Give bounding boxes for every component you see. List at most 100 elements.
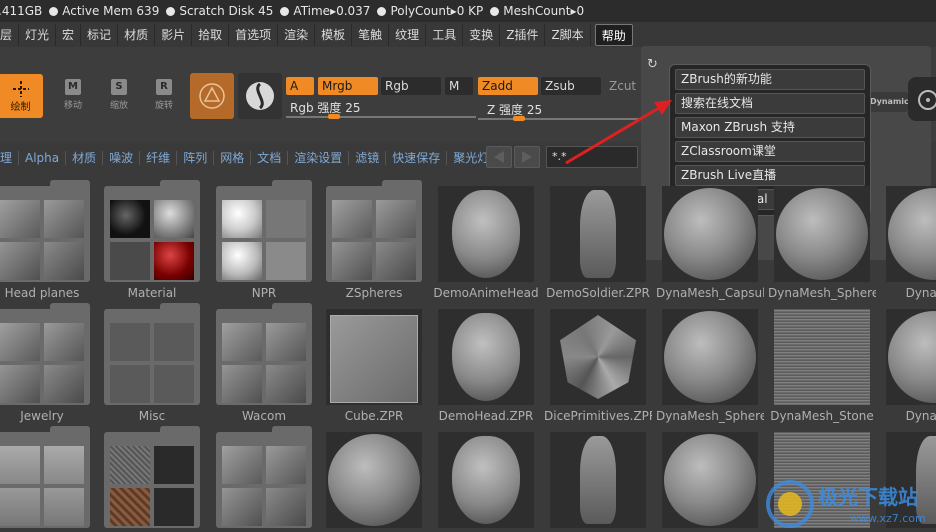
model-thumbnail[interactable] xyxy=(774,309,870,405)
model-thumbnail[interactable] xyxy=(774,186,870,282)
folder-thumbnail[interactable] xyxy=(0,426,90,528)
move-button[interactable]: M 移动 xyxy=(50,79,96,115)
help-menu-item[interactable]: ZBrush Live直播 xyxy=(675,165,865,186)
menu-item[interactable]: 灯光 xyxy=(19,23,57,46)
lightbox-tab[interactable]: 材质 xyxy=(66,151,104,165)
lightbox-tab[interactable]: 理 xyxy=(0,151,20,165)
lightbox-tab[interactable]: 滤镜 xyxy=(349,151,387,165)
model-thumbnail[interactable] xyxy=(438,186,534,282)
folder-preview-cell xyxy=(222,365,262,403)
menu-item[interactable]: 变换 xyxy=(463,23,501,46)
help-menu-item[interactable]: 搜索在线文档 xyxy=(675,93,865,114)
status-bar: .411GB Active Mem 639 Scratch Disk 45 ATime… xyxy=(0,0,936,22)
zcut-toggle[interactable]: Zcut xyxy=(605,77,641,95)
lightbox-tab[interactable]: 网格 xyxy=(214,151,252,165)
menu-item[interactable]: 渲染 xyxy=(278,23,316,46)
menu-bar: 层灯光宏标记 材质 影片 拾取 首选项 渲染 模板 笔触 纹理 工具 变换 Z插件 Z脚本 帮助 xyxy=(0,22,936,47)
status-item: .411GB xyxy=(0,4,42,18)
m-toggle[interactable]: M xyxy=(445,77,473,95)
model-thumbnail[interactable] xyxy=(326,309,422,405)
material-button[interactable] xyxy=(190,73,234,119)
model-thumbnail[interactable] xyxy=(326,432,422,528)
model-thumbnail[interactable] xyxy=(886,309,936,405)
folder-thumbnail[interactable] xyxy=(104,426,200,528)
lightbox-tab[interactable]: Alpha xyxy=(19,151,67,165)
lightbox-tab[interactable]: 渲染设置 xyxy=(288,151,350,165)
arrow-left-icon xyxy=(494,151,504,163)
menu-item[interactable]: Z脚本 xyxy=(545,23,591,46)
folder-thumbnail[interactable] xyxy=(216,426,312,528)
menu-item[interactable]: 纹理 xyxy=(389,23,427,46)
model-preview-icon xyxy=(888,311,936,403)
annotation-arrow xyxy=(565,100,672,165)
model-thumbnail[interactable] xyxy=(662,186,758,282)
menu-item[interactable]: 拾取 xyxy=(192,23,230,46)
folder-thumbnail[interactable] xyxy=(104,180,200,282)
model-thumbnail[interactable] xyxy=(550,186,646,282)
lightbox-tab[interactable]: 噪波 xyxy=(103,151,141,165)
refresh-icon[interactable]: ↻ xyxy=(647,57,658,72)
scale-button[interactable]: S 缩放 xyxy=(96,79,142,115)
menu-item[interactable]: 材质 xyxy=(118,23,156,46)
draw-button[interactable]: 绘制 xyxy=(0,74,43,118)
rgb-intensity-knob[interactable] xyxy=(327,114,340,119)
zsub-toggle[interactable]: Zsub xyxy=(541,77,601,95)
next-arrow-button[interactable] xyxy=(514,146,540,168)
mrgb-toggle[interactable]: Mrgb xyxy=(318,77,378,95)
folder-thumbnail[interactable] xyxy=(216,303,312,405)
lightbox-tab[interactable]: 纤维 xyxy=(140,151,178,165)
menu-item[interactable]: 影片 xyxy=(155,23,193,46)
folder-thumbnail[interactable] xyxy=(216,180,312,282)
menu-item[interactable]: 帮助 xyxy=(594,23,633,46)
radial-button[interactable] xyxy=(908,77,936,121)
model-thumbnail[interactable] xyxy=(550,309,646,405)
menu-item[interactable]: Z插件 xyxy=(500,23,546,46)
help-menu-item[interactable]: ZClassroom课堂 xyxy=(675,141,865,162)
lightbox-tab[interactable]: 快速保存 xyxy=(386,151,448,165)
folder-preview-cell xyxy=(110,365,150,403)
svg-text:极光下载站: 极光下载站 xyxy=(818,485,918,509)
folder-thumbnail[interactable] xyxy=(104,303,200,405)
rotate-button[interactable]: R 旋转 xyxy=(141,79,187,115)
dynamic-button[interactable]: Dynamic xyxy=(870,92,909,112)
model-thumbnail[interactable] xyxy=(550,432,646,528)
menu-item[interactable]: 笔触 xyxy=(352,23,390,46)
model-preview-icon xyxy=(888,188,936,280)
model-thumbnail[interactable] xyxy=(886,186,936,282)
help-menu-item[interactable]: Maxon ZBrush 支持 xyxy=(675,117,865,138)
folder-preview-cell xyxy=(222,242,262,280)
lightbox-tab[interactable]: 文档 xyxy=(251,151,289,165)
folder-thumbnail[interactable] xyxy=(326,180,422,282)
lightbox-tab[interactable]: 阵列 xyxy=(177,151,215,165)
status-text: .411GB xyxy=(0,4,43,18)
menu-item[interactable]: 标记 xyxy=(81,23,119,46)
z-intensity-knob[interactable] xyxy=(512,116,525,121)
menu-item[interactable]: 宏 xyxy=(56,23,82,46)
folder-preview-cell xyxy=(110,488,150,526)
zadd-toggle[interactable]: Zadd xyxy=(478,77,538,95)
scale-icon: S xyxy=(111,79,127,95)
folder-preview-cell xyxy=(44,200,84,238)
sphere-swatch-icon xyxy=(246,82,274,110)
draw-label: 绘制 xyxy=(10,101,31,113)
folder-thumbnail[interactable] xyxy=(0,180,90,282)
menu-item[interactable]: 模板 xyxy=(315,23,353,46)
model-preview-icon xyxy=(560,315,636,399)
model-preview-icon xyxy=(580,190,616,278)
rgb-intensity-slider[interactable] xyxy=(286,116,476,118)
help-menu-item[interactable]: ZBrush的新功能 xyxy=(675,69,865,90)
thumbnail-label: DynaMesh_Sphere xyxy=(656,409,764,423)
model-thumbnail[interactable] xyxy=(662,309,758,405)
model-thumbnail[interactable] xyxy=(438,432,534,528)
rgb-toggle[interactable]: Rgb xyxy=(381,77,441,95)
model-thumbnail[interactable] xyxy=(438,309,534,405)
menu-item[interactable]: 工具 xyxy=(426,23,464,46)
menu-item[interactable]: 首选项 xyxy=(229,23,279,46)
model-thumbnail[interactable] xyxy=(662,432,758,528)
menu-item[interactable]: 层 xyxy=(0,23,20,46)
thumbnail-label: Wacom xyxy=(241,409,287,423)
prev-arrow-button[interactable] xyxy=(486,146,512,168)
a-toggle[interactable]: A xyxy=(286,77,314,95)
folder-thumbnail[interactable] xyxy=(0,303,90,405)
color-picker-button[interactable] xyxy=(238,73,282,119)
